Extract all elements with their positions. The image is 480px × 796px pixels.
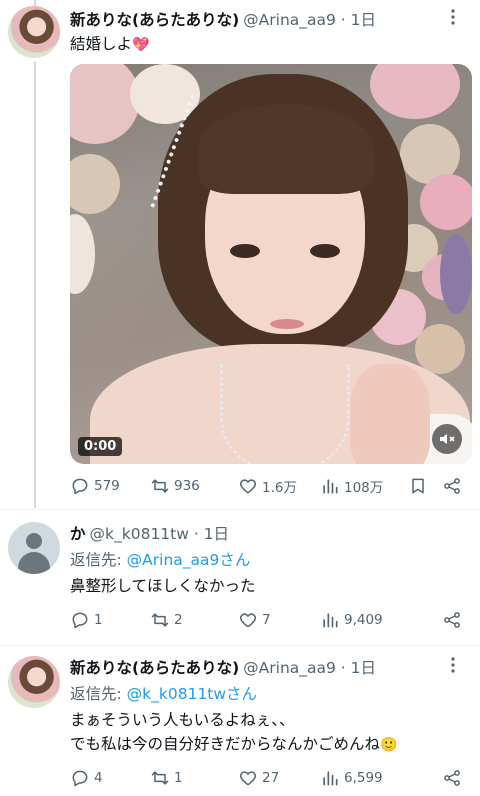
like-count: 7 — [262, 612, 271, 628]
balloon — [415, 324, 465, 374]
like-button[interactable]: 27 — [238, 768, 279, 788]
retweet-button[interactable]: 1 — [150, 768, 183, 788]
smile-emoji-icon: 🙂 — [380, 737, 398, 753]
handle-time[interactable]: @Arina_aa9 · 1日 — [243, 656, 376, 678]
retweet-icon — [151, 771, 169, 785]
video-player[interactable]: 0:00 — [70, 64, 472, 464]
avatar[interactable] — [8, 6, 60, 58]
reply-prefix: 返信先: — [70, 685, 127, 703]
reply-count: 1 — [94, 612, 103, 628]
tweet-reply[interactable]: か @k_k0811tw · 1日 返信先: @Arina_aa9さん 鼻整形し… — [0, 510, 480, 646]
display-name[interactable]: 新ありな(あらたありな) — [70, 656, 239, 678]
views-count: 108万 — [344, 480, 384, 496]
share-icon — [444, 770, 460, 786]
views-button[interactable]: 6,599 — [320, 768, 383, 788]
retweet-button[interactable]: 936 — [150, 476, 200, 496]
reply-mention[interactable]: @Arina_aa9さん — [127, 551, 251, 569]
like-icon — [239, 479, 257, 494]
tweet-main[interactable]: 新ありな(あらたありな) @Arina_aa9 · 1日 結婚しよ💖 0:00 … — [0, 0, 480, 510]
share-icon — [444, 478, 460, 494]
reply-icon — [72, 770, 88, 787]
action-bar: 1 2 7 9,409 — [64, 610, 464, 634]
reply-to: 返信先: @Arina_aa9さん — [70, 548, 470, 570]
reply-button[interactable]: 579 — [70, 476, 120, 496]
balloon — [440, 234, 472, 314]
share-button[interactable] — [442, 610, 462, 630]
reply-button[interactable]: 4 — [70, 768, 103, 788]
handle-time[interactable]: @k_k0811tw · 1日 — [90, 522, 230, 544]
like-count: 27 — [262, 770, 280, 786]
like-button[interactable]: 1.6万 — [238, 476, 297, 496]
tweet-text: 結婚しよ💖 — [70, 32, 470, 57]
action-bar: 579 936 1.6万 108万 — [64, 476, 464, 500]
tweet-text-line-2: でも私は今の自分好きだからなんかごめんね🙂 — [70, 732, 470, 757]
display-name[interactable]: か — [70, 522, 86, 544]
like-icon — [239, 771, 257, 786]
tweet-text-body: 結婚しよ — [70, 35, 133, 53]
reply-icon — [72, 478, 88, 495]
mute-icon[interactable] — [432, 424, 462, 454]
default-avatar-body — [18, 552, 50, 574]
reply-count: 4 — [94, 770, 103, 786]
more-icon[interactable] — [444, 8, 462, 30]
reply-icon — [72, 612, 88, 629]
views-icon — [323, 771, 338, 786]
eye — [230, 244, 260, 258]
avatar[interactable] — [8, 522, 60, 574]
tweet-text: 鼻整形してほしくなかった — [70, 577, 256, 595]
like-count: 1.6万 — [262, 480, 297, 496]
views-button[interactable]: 9,409 — [320, 610, 383, 630]
hand — [350, 364, 430, 464]
views-count: 6,599 — [344, 770, 383, 786]
display-name[interactable]: 新ありな(あらたありな) — [70, 8, 239, 30]
tweet-header: 新ありな(あらたありな) @Arina_aa9 · 1日 — [70, 656, 470, 678]
share-icon — [444, 612, 460, 628]
reply-prefix: 返信先: — [70, 551, 127, 569]
balloon — [420, 174, 472, 230]
eye — [310, 244, 340, 258]
necklace — [220, 364, 350, 464]
share-button[interactable] — [442, 476, 462, 496]
lips — [270, 319, 304, 329]
retweet-icon — [151, 613, 169, 627]
video-timestamp: 0:00 — [78, 437, 123, 456]
retweet-button[interactable]: 2 — [150, 610, 183, 630]
views-button[interactable]: 108万 — [320, 476, 383, 496]
retweet-count: 2 — [174, 612, 183, 628]
views-icon — [323, 479, 338, 494]
reply-to: 返信先: @k_k0811twさん — [70, 682, 470, 704]
heart-emoji-icon: 💖 — [132, 37, 150, 53]
reply-count: 579 — [94, 478, 120, 494]
reply-button[interactable]: 1 — [70, 610, 103, 630]
bangs — [198, 104, 374, 194]
tweet-text-body: でも私は今の自分好きだからなんかごめんね — [70, 735, 381, 753]
views-icon — [323, 613, 338, 628]
bookmark-icon — [412, 478, 424, 494]
retweet-icon — [151, 479, 169, 493]
retweet-count: 1 — [174, 770, 183, 786]
retweet-count: 936 — [174, 478, 200, 494]
like-button[interactable]: 7 — [238, 610, 271, 630]
tweet-text-line-1: まぁそういう人もいるよねぇ、、 — [70, 711, 295, 729]
share-button[interactable] — [442, 768, 462, 788]
tweet-author-reply[interactable]: 新ありな(あらたありな) @Arina_aa9 · 1日 返信先: @k_k08… — [0, 646, 480, 796]
reply-mention[interactable]: @k_k0811twさん — [127, 685, 257, 703]
action-bar: 4 1 27 6,599 — [64, 768, 464, 792]
avatar[interactable] — [8, 656, 60, 708]
bookmark-button[interactable] — [408, 476, 428, 496]
tweet-header: か @k_k0811tw · 1日 — [70, 522, 470, 544]
views-count: 9,409 — [344, 612, 383, 628]
default-avatar-head — [26, 533, 42, 549]
more-icon[interactable] — [444, 656, 462, 678]
like-icon — [239, 613, 257, 628]
handle-time[interactable]: @Arina_aa9 · 1日 — [243, 8, 376, 30]
tweet-header: 新ありな(あらたありな) @Arina_aa9 · 1日 — [70, 8, 470, 30]
